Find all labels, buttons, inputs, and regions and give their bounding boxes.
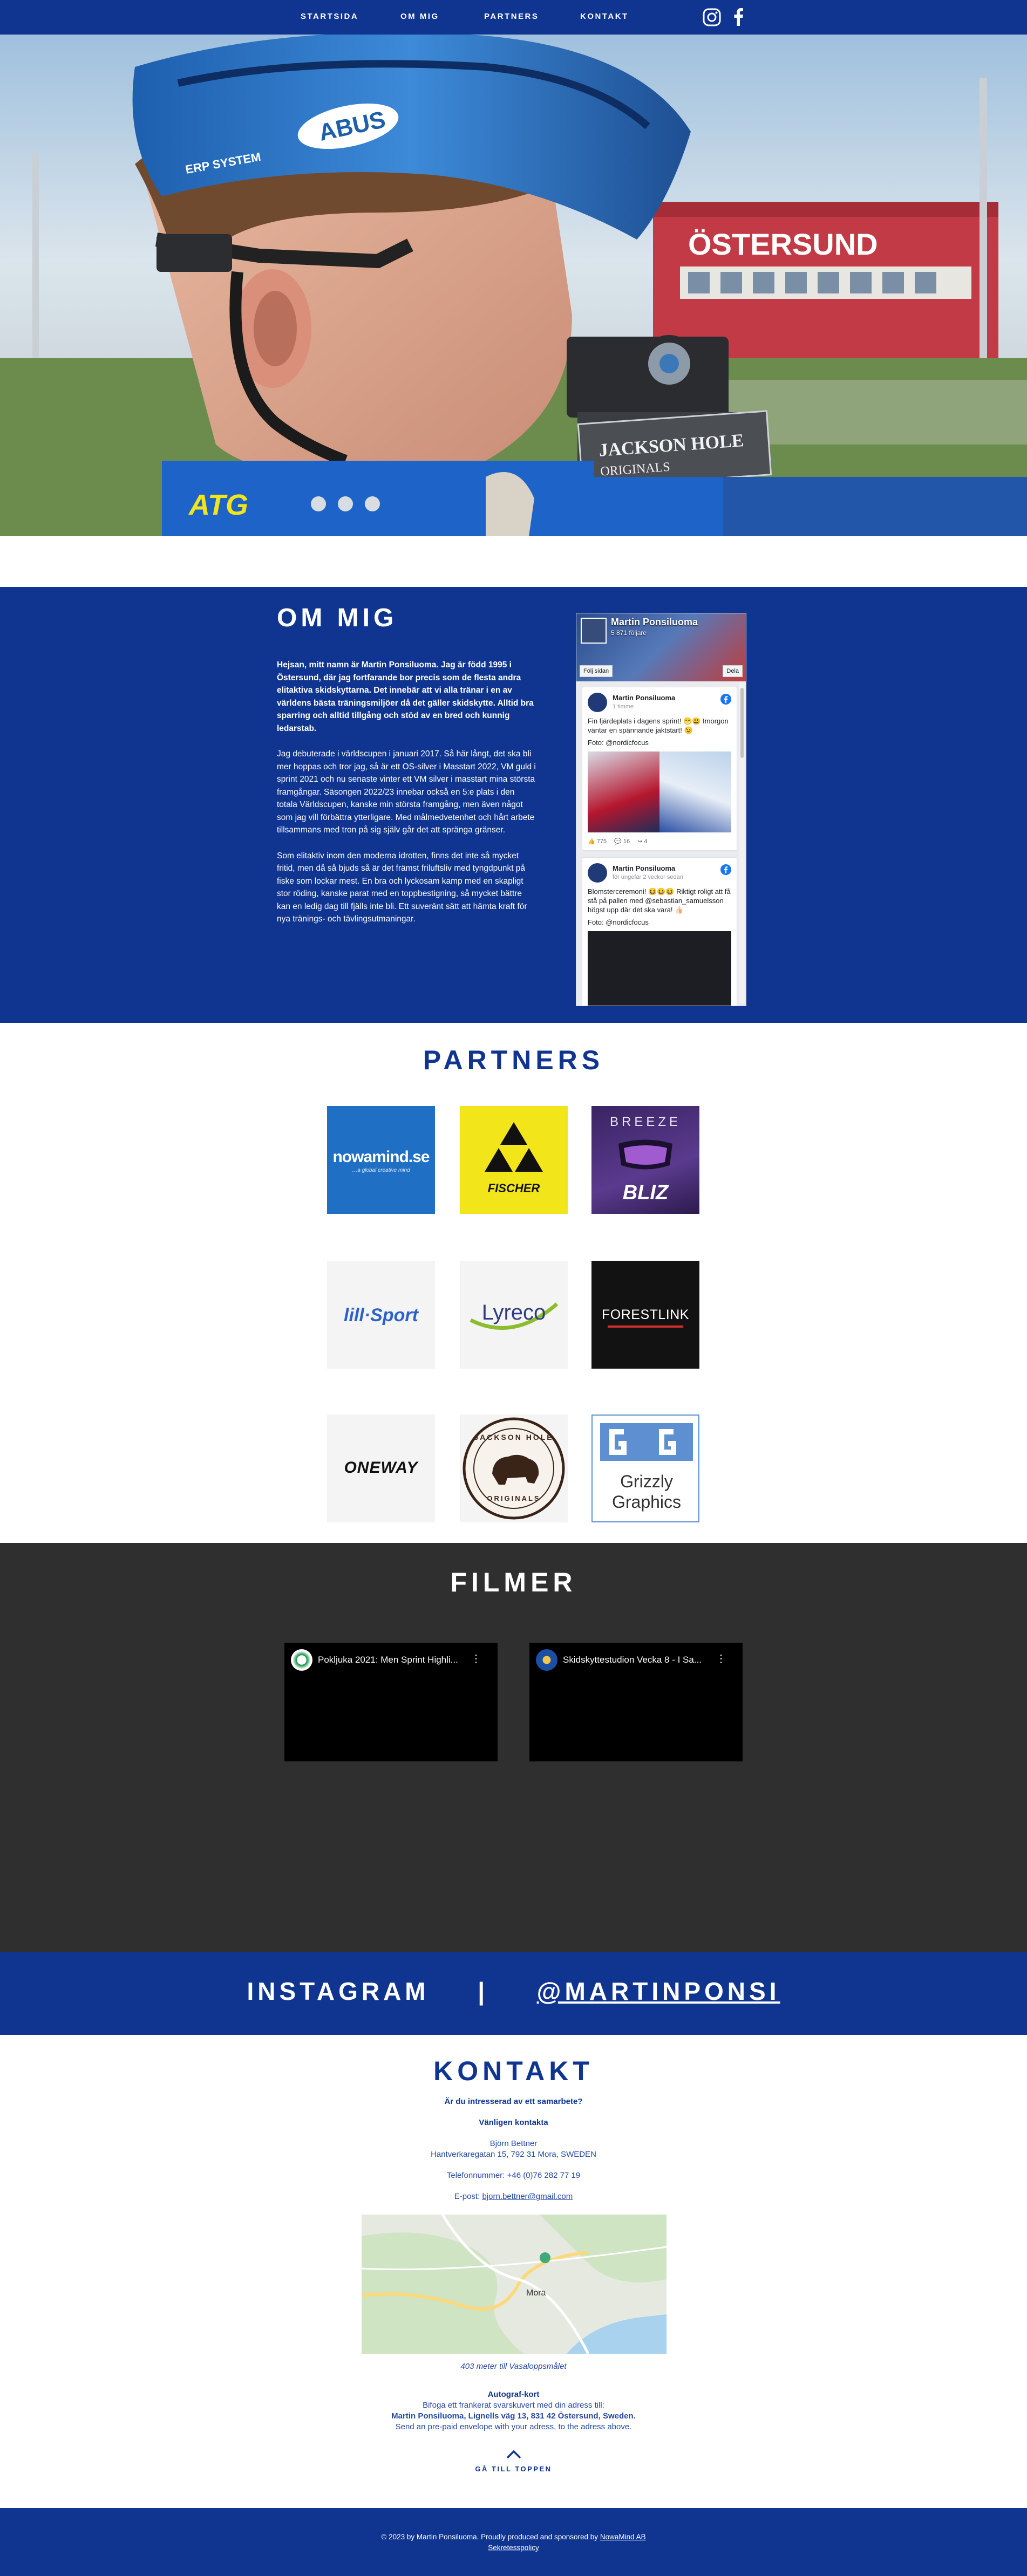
nav-item-kontakt[interactable]: KONTAKT [580,12,629,21]
post-stats: 👍 775 💬 16 ↪ 4 [588,838,731,845]
kontakt-address: Hantverkaregatan 15, 792 31 Mora, SWEDEN [431,2150,596,2159]
forestlink-underline [608,1325,683,1328]
facebook-logo-icon[interactable] [720,694,731,705]
om-mig-paragraph-3: Som elitaktiv inom den moderna idrotten,… [277,851,527,924]
top-nav: STARTSIDA OM MIG PARTNERS KONTAKT [0,0,1027,35]
channel-avatar[interactable] [291,1649,312,1671]
om-mig-section: OM MIG Hejsan, mitt namn är Martin Ponsi… [0,587,1027,1023]
facebook-follow-button[interactable]: Följ sidan [580,665,613,677]
partner-logo-nowamind[interactable]: nowamind.se …a global creative mind [327,1106,435,1214]
video-title[interactable]: Skidskyttestudion Vecka 8 - I Sa... [563,1655,717,1665]
partner-logo-fischer[interactable]: FISCHER [460,1106,568,1214]
partner-logo-jackson-hole[interactable]: JACKSON HOLE ORIGINALS [460,1415,568,1522]
facebook-page-widget: Martin Ponsiluoma 5 871 följare Följ sid… [576,613,746,1006]
autograph-title: Autograf-kort [487,2390,540,2399]
feed-scrollbar[interactable] [739,682,745,1003]
om-mig-title: OM MIG [277,604,398,632]
post-photo-credit: Foto: @nordicfocus [588,739,649,747]
instagram-handle-link[interactable]: @MARTINPONSI [537,1977,780,2005]
partner-logo-forestlink[interactable]: FORESTLINK [591,1261,699,1369]
kontakt-name: Björn Bettner [489,2139,538,2148]
facebook-share-button[interactable]: Dela [723,665,743,677]
filmer-section: FILMER Pokljuka 2021: Men Sprint Highli.… [0,1543,1027,1952]
hero-photo: ÖSTERSUND ABUS ERP SYSTEM JACKSON HOLE O… [0,35,1027,536]
om-mig-text: Hejsan, mitt namn är Martin Ponsiluoma. … [277,659,536,939]
map-caption: 403 meter till Vasaloppsmålet [460,2362,567,2371]
post-author[interactable]: Martin Ponsiluoma [613,694,675,702]
kontakt-title: KONTAKT [433,2056,594,2086]
instagram-icon[interactable] [702,8,722,27]
hero-sign-text: ÖSTERSUND [688,227,878,261]
facebook-page-name[interactable]: Martin Ponsiluoma [611,617,698,628]
facebook-logo-icon[interactable] [720,864,731,875]
more-options-icon[interactable]: ⋮ [471,1653,481,1664]
post-image[interactable] [588,931,731,1006]
location-map[interactable]: Mora [362,2215,666,2354]
partners-title: PARTNERS [423,1045,604,1075]
chevron-up-icon[interactable] [506,2449,522,2460]
post-time[interactable]: 1 timme [613,703,634,710]
post-image[interactable] [588,751,731,832]
om-mig-paragraph-2: Jag debuterade i världscupen i januari 2… [277,749,536,835]
hero-image: ÖSTERSUND ABUS ERP SYSTEM JACKSON HOLE O… [0,35,1027,536]
autograph-line-1: Bifoga ett frankerat svarskuvert med din… [423,2401,604,2410]
instagram-label: INSTAGRAM [247,1977,430,2005]
instagram-separator: | [478,1977,489,2005]
post-avatar[interactable] [588,863,607,883]
facebook-icon[interactable] [729,8,749,27]
facebook-post: Martin Ponsiluoma för ungefär 2 veckor s… [582,857,737,1006]
post-author[interactable]: Martin Ponsiluoma [613,864,675,872]
kontakt-phone: Telefonnummer: +46 (0)76 282 77 19 [446,2171,581,2180]
filmer-title: FILMER [450,1567,577,1597]
share-count[interactable]: ↪ 4 [637,838,647,845]
map-label-mora: Mora [526,2288,546,2298]
like-count[interactable]: 👍 775 [588,838,607,845]
footer-sponsor-link[interactable]: NowaMind AB [600,2533,646,2541]
bison-badge-icon [463,1417,565,1520]
channel-avatar[interactable] [536,1649,557,1671]
footer-privacy-link[interactable]: Sekretesspolicy [488,2544,539,2552]
partner-logo-bliz[interactable]: BREEZE BLIZ [591,1106,699,1214]
facebook-widget-header[interactable]: Martin Ponsiluoma 5 871 följare Följ sid… [576,613,746,681]
footer-copyright: © 2023 by Martin Ponsiluoma. Proudly pro… [381,2533,598,2541]
post-text: Blomsterceremoni! 😆😆😆 Riktigt roligt att… [588,887,731,914]
go-to-top-label[interactable]: GÅ TILL TOPPEN [0,2465,1027,2473]
post-text: Fin fjärdeplats i dagens sprint! 😁😃 Imor… [588,717,729,734]
video-embed[interactable]: Pokljuka 2021: Men Sprint Highli... ⋮ [284,1643,498,1761]
comment-count[interactable]: 💬 16 [614,838,630,845]
go-to-top-button[interactable]: GÅ TILL TOPPEN [0,2449,1027,2473]
more-options-icon[interactable]: ⋮ [716,1653,726,1664]
partner-logo-grizzly-graphics[interactable]: Grizzly Graphics [591,1415,699,1522]
post-time[interactable]: för ungefär 2 veckor sedan [613,874,683,880]
partner-logo-lillsport[interactable]: lill·Sport [327,1261,435,1369]
nav-item-partners[interactable]: PARTNERS [484,12,539,21]
facebook-post: Martin Ponsiluoma 1 timme Fin fjärdeplat… [582,687,737,851]
post-photo-credit: Foto: @nordicfocus [588,918,649,926]
video-title[interactable]: Pokljuka 2021: Men Sprint Highli... [318,1655,472,1665]
autograph-line-2: Martin Ponsiluoma, Lignells väg 13, 831 … [391,2411,636,2421]
facebook-page-avatar[interactable] [581,618,607,644]
om-mig-paragraph-1: Hejsan, mitt namn är Martin Ponsiluoma. … [277,660,534,733]
fischer-triangles-icon [485,1122,543,1172]
kontakt-question: Är du intresserad av ett samarbete? [444,2097,583,2106]
footer: © 2023 by Martin Ponsiluoma. Proudly pro… [0,2508,1027,2576]
kontakt-email-line: E-post: bjorn.bettner@gmail.com [0,2192,1027,2201]
nav-item-om-mig[interactable]: OM MIG [400,12,439,21]
email-label: E-post: [454,2192,480,2201]
instagram-banner: INSTAGRAM | @MARTINPONSI [0,1952,1027,2035]
kontakt-cta: Vänligen kontakta [479,2118,548,2127]
facebook-feed: Martin Ponsiluoma 1 timme Fin fjärdeplat… [576,681,746,1006]
video-embed[interactable]: Skidskyttestudion Vecka 8 - I Sa... ⋮ [529,1643,743,1761]
autograph-line-3: Send an pre-paid envelope with your adre… [395,2422,632,2431]
email-link[interactable]: bjorn.bettner@gmail.com [482,2192,573,2201]
partner-logo-oneway[interactable]: ONEWAY [327,1415,435,1522]
post-avatar[interactable] [588,693,607,712]
nav-item-startsida[interactable]: STARTSIDA [301,12,358,21]
facebook-page-followers: 5 871 följare [611,629,647,637]
partner-logo-lyreco[interactable]: Lyreco [460,1261,568,1369]
map-graphic: Mora [362,2215,666,2354]
hero-atg-text: ATG [188,489,248,521]
